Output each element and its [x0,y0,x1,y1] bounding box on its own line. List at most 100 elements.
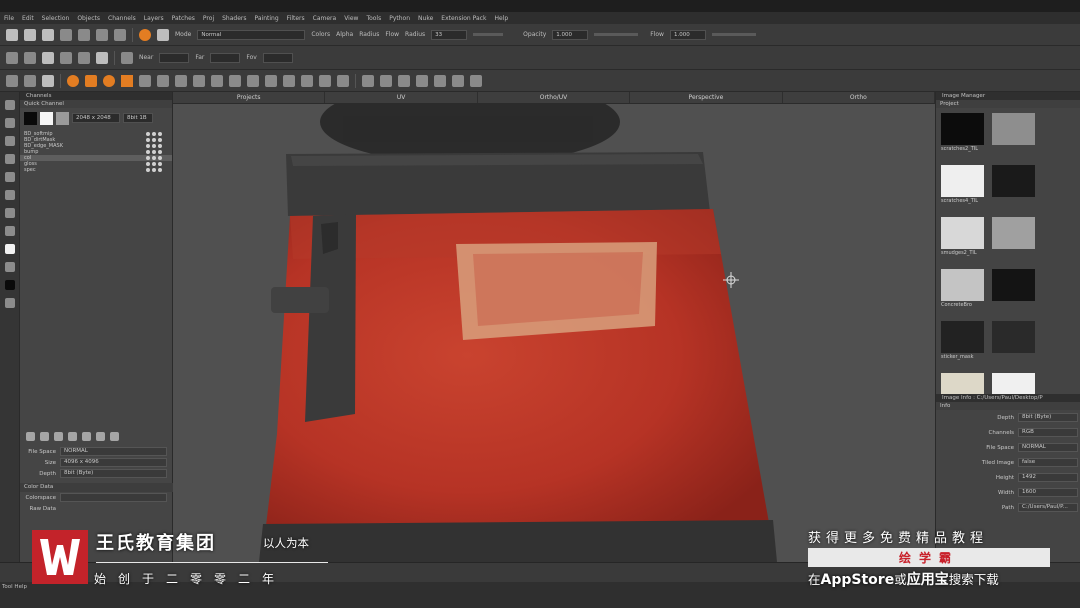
image-thumbnail-item[interactable] [992,217,1035,261]
near-input[interactable] [159,52,190,63]
image-thumbnail-item[interactable] [992,165,1035,209]
export-icon[interactable] [96,28,108,41]
image-thumbnail-item[interactable]: scratches2_TIL [941,113,984,157]
image-thumbnail-item[interactable]: scratches4_TIL [941,165,984,209]
export-icon[interactable] [158,144,162,148]
mode-select[interactable]: Normal [197,29,306,40]
opacity-input[interactable]: 1.000 [552,29,589,40]
export-icon[interactable] [158,168,162,172]
delete-channel-icon[interactable] [110,432,119,441]
redo-icon[interactable] [78,28,90,41]
tab-perspective[interactable]: Perspective [630,92,783,103]
menu-item-camera[interactable]: Camera [313,15,337,22]
scale-icon[interactable] [175,74,187,87]
visibility-icon[interactable] [146,132,150,136]
menu-item-painting[interactable]: Painting [255,15,279,22]
save-file-icon[interactable] [42,28,54,41]
3d-viewport[interactable] [173,104,935,562]
table-icon[interactable] [193,74,205,87]
menu-item-file[interactable]: File [4,15,14,22]
swap-colors-icon[interactable] [5,262,15,272]
menu-item-patches[interactable]: Patches [172,15,195,22]
bookmark-icon[interactable] [96,51,108,64]
settings-icon[interactable] [114,28,126,41]
copy-channel-icon[interactable] [68,432,77,441]
lock-icon[interactable] [362,74,374,87]
file-space-select[interactable]: NORMAL [60,447,167,456]
visibility-icon[interactable] [146,156,150,160]
lock-icon[interactable] [152,168,156,172]
image-thumbnail-item[interactable]: sticker_mask [941,321,984,365]
clone-tool-icon[interactable] [5,154,15,164]
eraser-tool-icon[interactable] [5,136,15,146]
thumbnail-image[interactable] [941,165,984,197]
shape-icon[interactable] [265,74,277,87]
menu-item-view[interactable]: View [344,15,358,22]
thumbnail-image[interactable] [941,217,984,249]
menu-item-nuke[interactable]: Nuke [418,15,433,22]
cube-icon[interactable] [60,51,72,64]
rotate-icon[interactable] [157,74,169,87]
channel-settings-icon[interactable] [96,432,105,441]
visibility-icon[interactable] [146,138,150,142]
black-swatch[interactable] [24,111,37,125]
channel-depth-select[interactable]: 8bit 1B [123,113,153,123]
tab-projects[interactable]: Projects [173,92,326,103]
image-view-icon[interactable] [452,74,464,87]
thumbnail-image[interactable] [941,321,984,353]
duplicate-channel-icon[interactable] [40,432,49,441]
lock-icon[interactable] [152,144,156,148]
image-icon[interactable] [24,74,36,87]
menu-item-layers[interactable]: Layers [144,15,164,22]
image-thumbnail-item[interactable] [992,321,1035,365]
move-icon[interactable] [139,74,151,87]
visibility-icon[interactable] [146,162,150,166]
thumbnail-image[interactable] [992,321,1035,353]
visibility-icon[interactable] [146,150,150,154]
camera-icon[interactable] [121,51,133,64]
brush-preview-icon[interactable] [157,28,169,41]
thumbnail-image[interactable] [992,269,1035,301]
image-thumbnail-item[interactable] [992,269,1035,313]
layers-icon[interactable] [78,51,90,64]
bars-icon[interactable] [229,74,241,87]
export-icon[interactable] [158,150,162,154]
quick-channel-header[interactable]: Quick Channel [20,100,172,108]
flip-icon[interactable] [319,74,331,87]
brush-tool-icon[interactable] [5,118,15,128]
radius-toggle[interactable]: Radius [359,31,379,38]
menu-item-selection[interactable]: Selection [42,15,70,22]
info-header[interactable]: Info [936,402,1080,410]
im-file-space-select[interactable]: NORMAL [1018,443,1078,452]
symmetry-icon[interactable] [301,74,313,87]
fov-input[interactable] [262,52,293,63]
menu-item-objects[interactable]: Objects [77,15,100,22]
export-icon[interactable] [158,162,162,166]
menu-item-proj[interactable]: Proj [203,15,214,22]
add-channel-icon[interactable] [26,432,35,441]
image-thumbnail-item[interactable]: ConcreteBro [941,269,984,313]
flow-slider[interactable] [711,33,756,36]
menu-item-extension-pack[interactable]: Extension Pack [441,15,486,22]
flow-toggle[interactable]: Flow [385,31,399,38]
white-swatch[interactable] [40,111,53,125]
alpha-toggle[interactable]: Alpha [336,31,353,38]
radius-input[interactable]: 33 [431,29,468,40]
wireframe-icon[interactable] [470,74,482,87]
thumbnail-image[interactable] [941,113,984,145]
far-input[interactable] [210,52,241,63]
lock-icon[interactable] [152,156,156,160]
color-data-header[interactable]: Color Data [20,483,173,492]
tab-ortho-uv[interactable]: Ortho/UV [478,92,631,103]
tab-uv[interactable]: UV [325,92,478,103]
channel-row[interactable]: spec [20,167,172,173]
lock-icon[interactable] [152,162,156,166]
camera-lock-icon[interactable] [380,74,392,87]
thumbnail-image[interactable] [941,269,984,301]
open-file-icon[interactable] [24,28,36,41]
project-tab[interactable]: Project [936,100,1080,108]
tab-ortho[interactable]: Ortho [783,92,936,103]
fill-tool-icon[interactable] [5,190,15,200]
pen-tool-icon[interactable] [5,226,15,236]
colorspace-select[interactable] [60,493,167,502]
